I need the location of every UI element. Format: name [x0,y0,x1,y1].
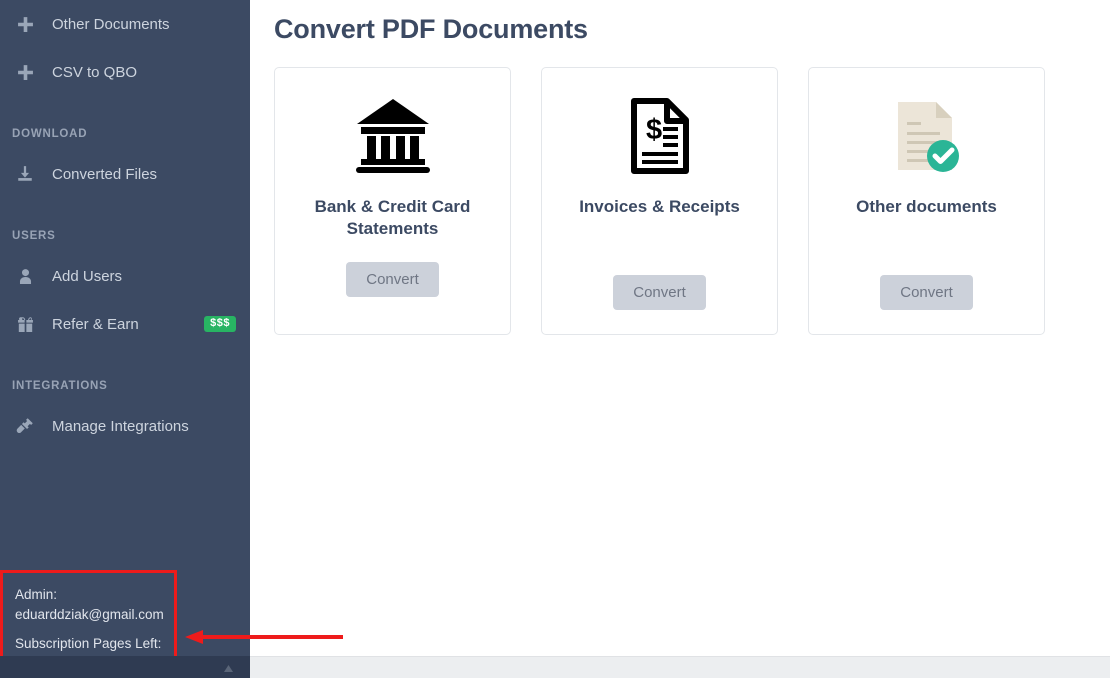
document-check-icon [894,90,960,182]
status-badge: $$$ [204,316,236,332]
document-type-cards: Bank & Credit Card Statements Convert $ [274,67,1110,335]
sidebar-item-csv-to-qbo[interactable]: CSV to QBO [0,48,250,96]
main-content: Convert PDF Documents Bank & Credit Card… [250,0,1110,678]
admin-email: eduarddziak@gmail.com [15,606,164,622]
sidebar-item-refer-and-earn[interactable]: Refer & Earn $$$ [0,300,250,348]
sidebar-item-label: Other Documents [52,15,170,33]
plus-icon [12,60,38,84]
card-bank-statements[interactable]: Bank & Credit Card Statements Convert [274,67,511,335]
card-other-documents[interactable]: Other documents Convert [808,67,1045,335]
sidebar-section-users: USERS [12,230,56,242]
sidebar-item-label: Refer & Earn [52,315,139,333]
user-icon [12,264,38,288]
sidebar-item-label: CSV to QBO [52,63,138,81]
invoice-document-icon: $ [629,90,691,182]
sidebar-item-add-users[interactable]: Add Users [0,252,250,300]
card-title: Bank & Credit Card Statements [314,197,471,238]
sidebar-item-manage-integrations[interactable]: Manage Integrations [0,402,250,450]
convert-button[interactable]: Convert [613,275,706,310]
card-title: Other documents [856,197,997,216]
svg-text:$: $ [646,114,662,146]
card-title: Invoices & Receipts [579,197,740,216]
sidebar-item-other-documents[interactable]: Other Documents [0,0,250,48]
gift-icon [12,312,38,336]
plug-icon [12,414,38,438]
admin-label: Admin: [15,587,58,602]
sidebar-item-label: Add Users [52,267,123,285]
sidebar-section-download: DOWNLOAD [12,128,88,140]
app-root: Other Documents CSV to QBO DOWNLOAD Conv… [0,0,1110,678]
sidebar-item-converted-files[interactable]: Converted Files [0,150,250,198]
bottom-status-bar [250,656,1110,678]
card-invoices-receipts[interactable]: $ Invoices & Receipts Convert [541,67,778,335]
sidebar-section-integrations: INTEGRATIONS [12,380,108,392]
bank-icon [353,90,433,182]
sidebar-footer [0,656,250,678]
sidebar-item-label: Converted Files [52,165,158,183]
chevron-up-icon[interactable] [224,665,233,672]
convert-button[interactable]: Convert [880,275,973,310]
sidebar: Other Documents CSV to QBO DOWNLOAD Conv… [0,0,250,678]
download-icon [12,162,38,186]
page-title: Convert PDF Documents [274,14,588,44]
convert-button[interactable]: Convert [346,261,439,297]
plus-icon [12,12,38,36]
sidebar-item-label: Manage Integrations [52,417,189,435]
